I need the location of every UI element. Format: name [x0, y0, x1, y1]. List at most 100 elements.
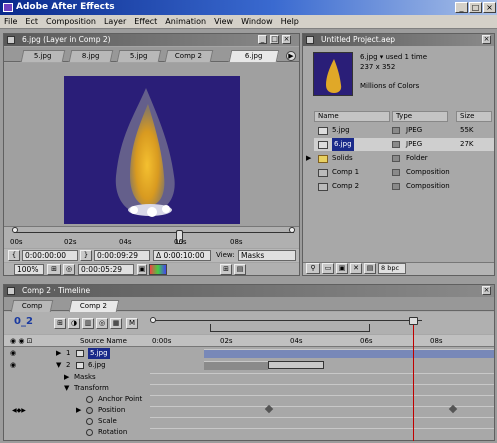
- menu-layer[interactable]: Layer: [104, 17, 126, 26]
- maximize-button[interactable]: □: [469, 2, 482, 13]
- marker-button[interactable]: M: [126, 318, 138, 329]
- expand-triangle-icon[interactable]: ▶: [306, 152, 311, 165]
- stopwatch-icon[interactable]: [86, 396, 93, 403]
- layer-time-ruler[interactable]: 00s 02s 04s 06s 08s: [4, 226, 299, 248]
- channel-icon[interactable]: ▣: [137, 264, 147, 275]
- property-label: Scale: [98, 417, 117, 425]
- close-button[interactable]: ×: [483, 2, 496, 13]
- menu-edit[interactable]: Ect: [25, 17, 38, 26]
- bit-depth-button[interactable]: 8 bpc: [378, 263, 406, 274]
- project-item-5jpg[interactable]: 5.jpg JPEG 55K: [314, 124, 494, 137]
- collapse-triangle-icon[interactable]: ▼: [56, 360, 61, 371]
- timeline-layer-row-2[interactable]: ◉ ▼ 2 6.jpg: [8, 360, 148, 371]
- layer-minimize-button[interactable]: _: [258, 35, 267, 44]
- draft-3d-button[interactable]: ▦: [110, 318, 122, 329]
- set-in-point-button[interactable]: {: [8, 250, 20, 261]
- current-time-indicator-head[interactable]: [409, 317, 418, 325]
- property-masks[interactable]: ▶ Masks: [8, 372, 148, 383]
- out-time-field[interactable]: 0:00:09:29: [94, 250, 150, 261]
- motion-blur-button[interactable]: ◎: [96, 318, 108, 329]
- view-select[interactable]: Masks: [238, 250, 296, 261]
- stopwatch-icon[interactable]: [86, 429, 93, 436]
- find-button[interactable]: ⚲: [306, 263, 320, 274]
- menu-help[interactable]: Help: [281, 17, 299, 26]
- menu-animation[interactable]: Animation: [165, 17, 206, 26]
- project-close-button[interactable]: ×: [482, 35, 491, 44]
- layer-2-work-bar[interactable]: [268, 361, 324, 369]
- timeline-close-button[interactable]: ×: [482, 286, 491, 295]
- settings-button[interactable]: ▤: [364, 263, 376, 274]
- safe-zones-button[interactable]: ⊞: [47, 264, 61, 275]
- column-name-header[interactable]: Name: [314, 111, 390, 122]
- layer-2-duration-bar[interactable]: [204, 361, 268, 370]
- property-anchor-point[interactable]: Anchor Point: [8, 394, 148, 405]
- current-time-field[interactable]: 0:00:00:00: [22, 250, 78, 261]
- out-point-marker[interactable]: [289, 227, 295, 233]
- column-size-header[interactable]: Size: [456, 111, 492, 122]
- label-color-swatch: [392, 141, 400, 148]
- project-item-comp2[interactable]: Comp 2 Composition: [314, 180, 494, 193]
- work-area-bracket[interactable]: [210, 324, 370, 332]
- menu-view[interactable]: View: [214, 17, 233, 26]
- eye-icon[interactable]: ◉: [10, 360, 16, 371]
- time-navigator[interactable]: [150, 314, 492, 334]
- project-window-icon: [306, 36, 314, 44]
- small-time-field[interactable]: 0:00:05:29: [78, 264, 134, 275]
- stopwatch-icon[interactable]: [86, 407, 93, 414]
- project-item-6jpg[interactable]: 6.jpg JPEG 27K: [314, 138, 494, 151]
- timeline-ruler-label: 06s: [360, 337, 373, 345]
- keyframe-nav-icon[interactable]: ◀◆▶: [12, 405, 26, 416]
- label-color-swatch: [392, 127, 400, 134]
- layer-tab-8jpg[interactable]: 8.jpg: [68, 50, 114, 62]
- in-point-marker[interactable]: [12, 227, 18, 233]
- timeline-layer-row-1[interactable]: ◉ ▶ 1 5.jpg: [8, 348, 148, 359]
- item-type: JPEG: [406, 140, 423, 148]
- layer-maximize-button[interactable]: □: [270, 35, 279, 44]
- property-transform[interactable]: ▼ Transform: [8, 383, 148, 394]
- project-item-solids[interactable]: ▶ Solids Folder: [306, 152, 494, 165]
- trash-button[interactable]: ✕: [350, 263, 362, 274]
- layer-close-button[interactable]: ×: [282, 35, 291, 44]
- track-scale: [150, 417, 494, 426]
- menu-effect[interactable]: Effect: [134, 17, 157, 26]
- item-type: JPEG: [406, 126, 423, 134]
- expand-triangle-icon[interactable]: ▶: [64, 372, 69, 383]
- layer-tab-5jpg-2[interactable]: 5.jpg: [116, 50, 162, 62]
- column-type-header[interactable]: Type: [392, 111, 448, 122]
- grid-button[interactable]: ⊞: [220, 264, 232, 275]
- layer-tab-5jpg[interactable]: 5.jpg: [20, 50, 66, 62]
- layer-option-button[interactable]: ▤: [234, 264, 246, 275]
- expand-triangle-icon[interactable]: ▶: [76, 405, 81, 416]
- eye-icon[interactable]: ◉: [10, 348, 16, 359]
- timeline-tab-comp2[interactable]: Comp 2: [68, 300, 120, 312]
- minimize-button[interactable]: _: [455, 2, 468, 13]
- layer-tab-6jpg[interactable]: 6.jpg: [228, 50, 280, 62]
- new-comp-button[interactable]: ▣: [336, 263, 348, 274]
- frame-blend-button[interactable]: ▥: [82, 318, 94, 329]
- property-rotation[interactable]: Rotation: [8, 427, 148, 438]
- stopwatch-icon[interactable]: [86, 418, 93, 425]
- comp-flowchart-button[interactable]: ⊞: [54, 318, 66, 329]
- layer-tab-comp2[interactable]: Comp 2: [164, 50, 214, 62]
- menu-file[interactable]: File: [4, 17, 17, 26]
- menu-window[interactable]: Window: [241, 17, 273, 26]
- layer-1-duration-bar[interactable]: [204, 349, 494, 358]
- property-position[interactable]: ◀◆▶ ▶ Position: [8, 405, 148, 416]
- current-time-display[interactable]: 0_2: [14, 316, 33, 327]
- collapse-triangle-icon[interactable]: ▼: [64, 383, 69, 394]
- set-out-point-button[interactable]: }: [80, 250, 92, 261]
- duration-field[interactable]: Δ 0:00:10:00: [153, 250, 211, 261]
- tab-scroll-right-icon[interactable]: ▶: [286, 51, 296, 61]
- color-channels-icon[interactable]: [149, 264, 167, 275]
- expand-triangle-icon[interactable]: ▶: [56, 348, 61, 359]
- source-name-header[interactable]: Source Name: [80, 337, 127, 345]
- menu-composition[interactable]: Composition: [46, 17, 96, 26]
- zoom-select[interactable]: 100%: [14, 264, 44, 275]
- snapshot-button[interactable]: ◎: [63, 264, 75, 275]
- shy-layers-button[interactable]: ◑: [68, 318, 80, 329]
- property-scale[interactable]: Scale: [8, 416, 148, 427]
- new-folder-button[interactable]: ▭: [322, 263, 334, 274]
- timeline-tab-comp[interactable]: Comp: [10, 300, 54, 312]
- project-item-comp1[interactable]: Comp 1 Composition: [314, 166, 494, 179]
- navigator-start-handle[interactable]: [150, 317, 156, 323]
